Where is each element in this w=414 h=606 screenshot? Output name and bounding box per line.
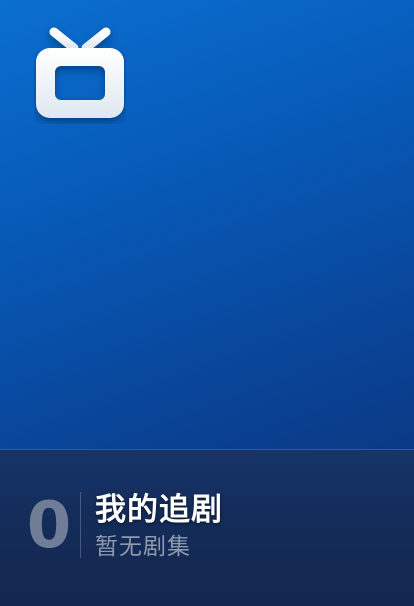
- tile-subtitle: 暂无剧集: [95, 534, 191, 560]
- show-count: 0: [26, 489, 72, 563]
- divider: [80, 492, 81, 558]
- my-shows-tile[interactable]: 0 我的追剧 暂无剧集: [0, 0, 414, 606]
- tv-icon: [34, 24, 126, 124]
- tile-title: 我的追剧: [95, 492, 223, 528]
